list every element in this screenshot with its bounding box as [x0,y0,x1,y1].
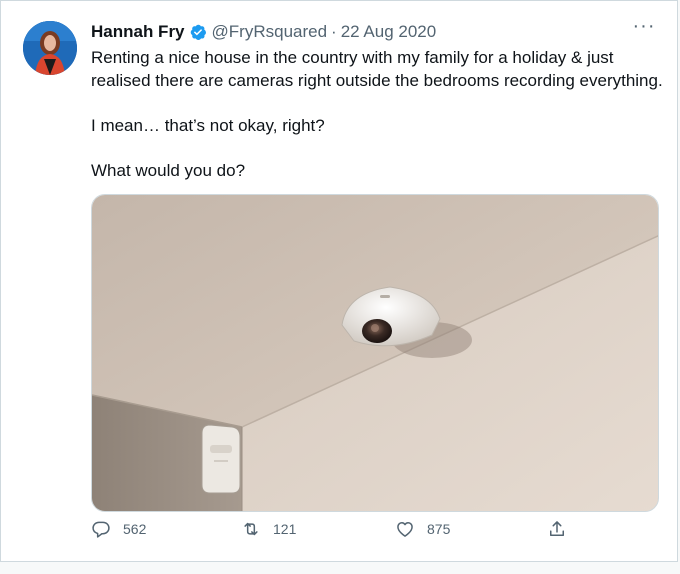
reply-button[interactable]: 562 [91,519,146,539]
tweet-paragraph: I mean… that’s not okay, right? [91,115,325,135]
share-icon [550,521,564,536]
tweet-text: Renting a nice house in the country with… [91,47,666,182]
tweet-paragraph: What would you do? [91,160,246,180]
like-button[interactable]: 875 [395,519,450,539]
retweet-button[interactable]: 121 [241,519,296,539]
header-separator: · [331,22,337,41]
tweet-header: Hannah Fry @FryRsquared · 22 Aug 2020 [91,22,436,42]
author-name[interactable]: Hannah Fry [91,22,185,42]
tweet-card: Hannah Fry @FryRsquared · 22 Aug 2020 ··… [0,0,678,562]
avatar[interactable] [23,21,77,75]
retweet-icon [244,522,258,536]
author-handle[interactable]: @FryRsquared [212,22,328,42]
reply-count: 562 [123,521,147,537]
heart-icon [397,522,413,537]
share-button[interactable] [547,519,567,539]
like-count: 875 [427,521,451,537]
tweet-date[interactable]: 22 Aug 2020 [341,22,436,42]
tweet-photo[interactable] [91,194,659,512]
verified-badge-icon [189,23,207,41]
ceiling-camera-photo [92,195,658,511]
more-options-icon[interactable]: ··· [631,16,657,39]
tweet-paragraph: Renting a nice house in the country with… [91,48,663,90]
retweet-count: 121 [273,521,297,537]
reply-icon [92,521,110,538]
